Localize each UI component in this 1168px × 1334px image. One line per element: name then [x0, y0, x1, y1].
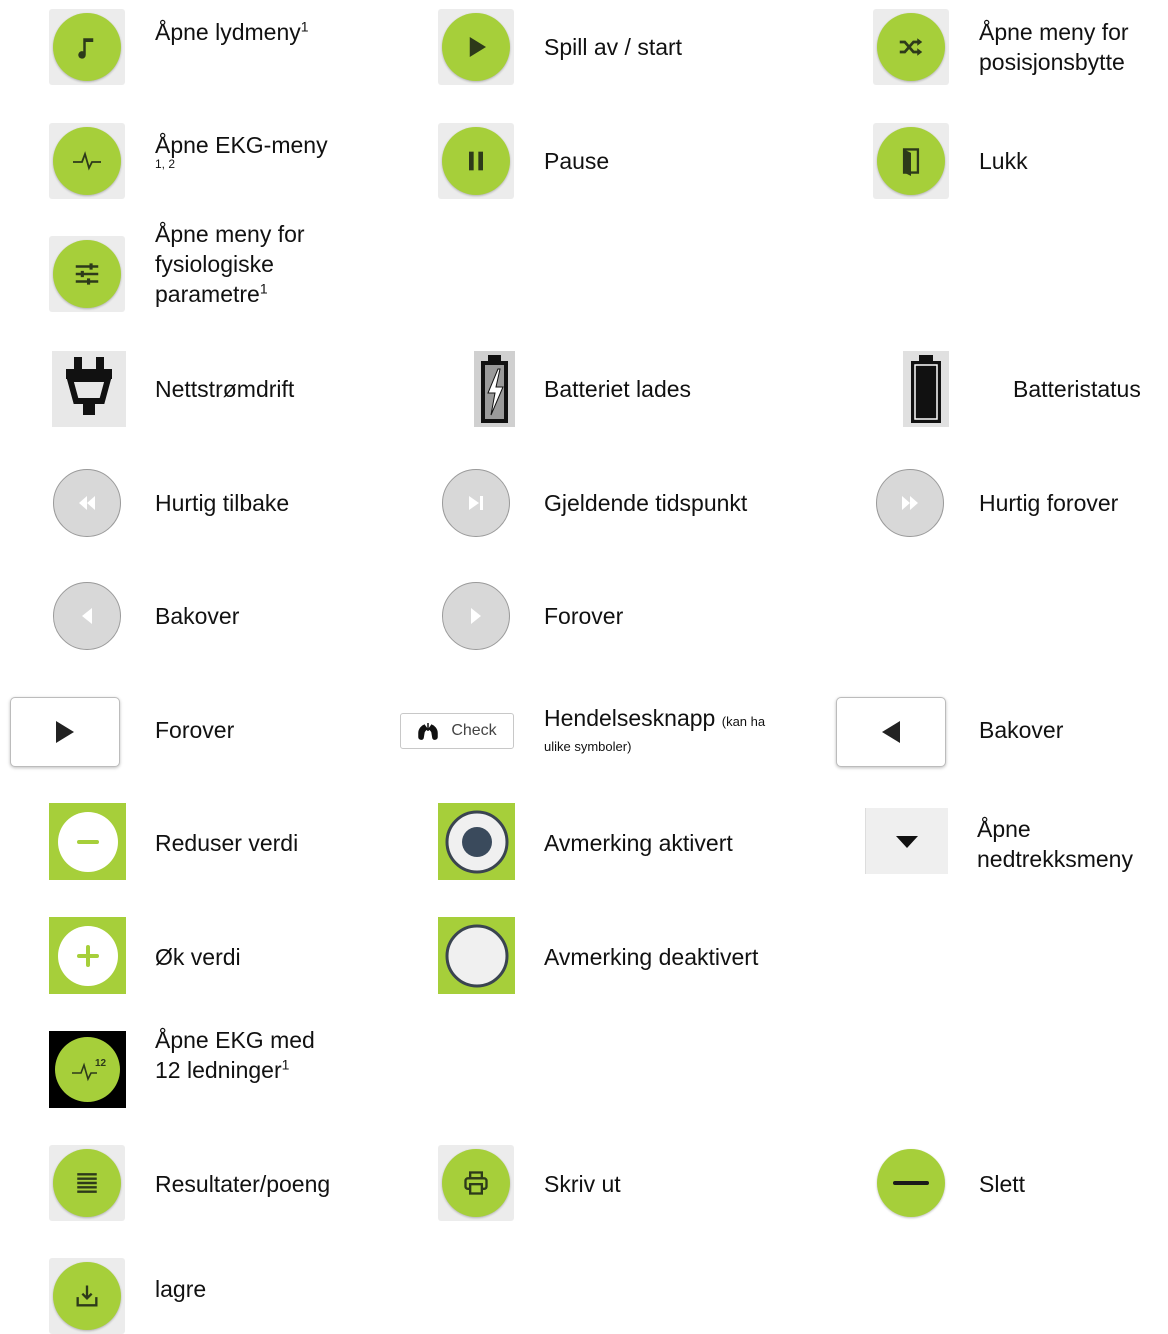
delete-button[interactable]	[873, 1145, 949, 1221]
delete-icon	[893, 1181, 929, 1185]
forward-label: Forover	[544, 603, 624, 629]
back-box-label: Bakover	[979, 717, 1064, 743]
door-close-icon	[902, 148, 920, 176]
save-label: lagre	[155, 1276, 207, 1302]
back-arrow-icon	[882, 721, 900, 743]
current-time-label: Gjeldende tidspunkt	[544, 490, 748, 516]
save-icon	[76, 1285, 98, 1307]
ecg12-button[interactable]: 12	[49, 1031, 126, 1108]
radio-unchecked-example[interactable]	[438, 917, 515, 994]
close-button[interactable]	[873, 123, 949, 199]
lungs-icon	[418, 723, 439, 740]
results-button[interactable]	[49, 1145, 125, 1221]
battery-status-label: Batteristatus	[1013, 376, 1141, 402]
shuffle-icon	[899, 38, 923, 56]
music-note-icon	[78, 38, 94, 59]
dropdown-arrow-icon	[896, 836, 918, 848]
position-menu-button[interactable]	[873, 9, 949, 85]
event-check-button[interactable]: Check	[400, 713, 514, 749]
position-menu-label: Åpne meny for posisjonsbytte	[979, 19, 1129, 75]
radio-unchecked-icon	[445, 924, 508, 987]
results-label: Resultater/poeng	[155, 1171, 331, 1197]
battery-status-indicator	[903, 351, 949, 427]
play-icon	[469, 37, 486, 57]
radio-unchecked-label: Avmerking deaktivert	[544, 944, 759, 970]
close-label: Lukk	[979, 148, 1028, 174]
back-label: Bakover	[155, 603, 240, 629]
mains-power-indicator	[52, 351, 126, 427]
forward-box-button[interactable]	[10, 697, 120, 767]
forward-icon	[471, 608, 481, 624]
fast-forward-label: Hurtig forover	[979, 490, 1119, 516]
fast-forward-icon	[902, 496, 918, 510]
print-button[interactable]	[438, 1145, 514, 1221]
back-button[interactable]	[53, 582, 121, 650]
fast-forward-button[interactable]	[876, 469, 944, 537]
back-box-button[interactable]	[836, 697, 946, 767]
pause-icon	[469, 151, 483, 171]
rewind-button[interactable]	[53, 469, 121, 537]
current-time-button[interactable]	[442, 469, 510, 537]
dropdown-open-button[interactable]	[865, 808, 948, 874]
skip-to-current-icon	[469, 496, 483, 510]
play-label: Spill av / start	[544, 34, 683, 60]
physiological-params-button[interactable]	[49, 236, 125, 312]
radio-checked-example[interactable]	[438, 803, 515, 880]
delete-label: Slett	[979, 1171, 1026, 1197]
decrease-value-button[interactable]	[49, 803, 126, 880]
minus-icon	[76, 839, 99, 844]
print-label: Skriv ut	[544, 1171, 621, 1197]
event-button-label: Hendelsesknapp (kan ha ulike symboler)	[544, 705, 766, 755]
play-button[interactable]	[438, 9, 514, 85]
ecg-menu-button[interactable]	[49, 123, 125, 199]
ecg-icon	[73, 151, 101, 171]
radio-checked-label: Avmerking aktivert	[544, 830, 733, 856]
audio-menu-button[interactable]	[49, 9, 125, 85]
sliders-icon	[75, 263, 99, 285]
increase-value-label: Øk verdi	[155, 944, 241, 970]
rewind-icon	[79, 496, 95, 510]
back-icon	[82, 608, 92, 624]
svg-text:12: 12	[95, 1058, 107, 1069]
mains-power-label: Nettstrømdrift	[155, 376, 295, 402]
list-icon	[77, 1173, 97, 1193]
increase-value-button[interactable]	[49, 917, 126, 994]
dropdown-open-label: Åpne nedtrekksmeny	[977, 816, 1133, 872]
battery-charging-label: Batteriet lades	[544, 376, 692, 402]
battery-charging-icon	[481, 355, 508, 423]
battery-full-icon	[911, 355, 941, 423]
rewind-label: Hurtig tilbake	[155, 490, 290, 516]
ecg-menu-label: Åpne EKG-meny 1, 2	[155, 132, 328, 172]
play-arrow-icon	[56, 721, 74, 743]
save-button[interactable]	[49, 1258, 125, 1334]
print-icon	[464, 1171, 488, 1195]
ecg12-label: Åpne EKG med 12 ledninger1	[155, 1027, 315, 1083]
audio-menu-label: Åpne lydmeny1	[155, 18, 309, 45]
forward-box-label: Forover	[155, 717, 235, 743]
battery-charging-indicator	[474, 351, 515, 427]
radio-checked-icon	[445, 810, 508, 873]
plus-icon	[76, 944, 99, 967]
forward-button[interactable]	[442, 582, 510, 650]
pause-label: Pause	[544, 148, 610, 174]
ecg12-icon: 12	[71, 1058, 107, 1081]
decrease-value-label: Reduser verdi	[155, 830, 299, 856]
physiological-params-label: Åpne meny for fysiologiske parametre1	[155, 221, 305, 307]
pause-button[interactable]	[438, 123, 514, 199]
plug-icon	[66, 357, 112, 415]
